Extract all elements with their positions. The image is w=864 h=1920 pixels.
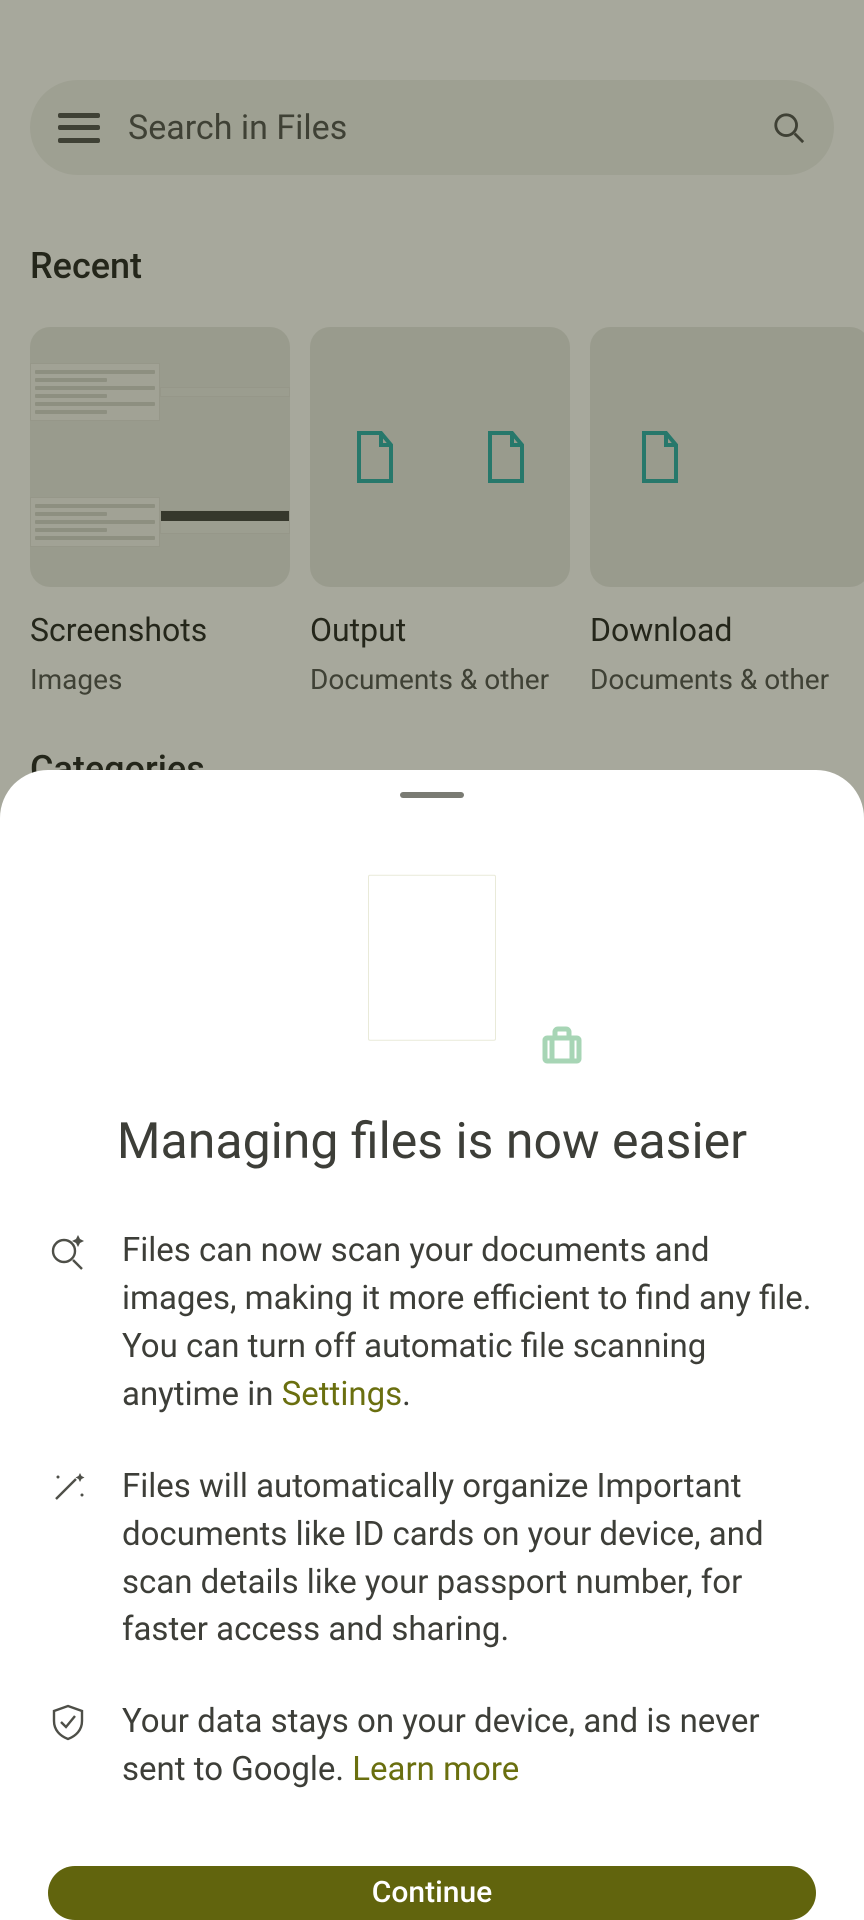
sheet-title: Managing files is now easier [48, 1113, 816, 1171]
sheet-grabber[interactable] [400, 792, 464, 798]
shield-check-icon [48, 1702, 88, 1742]
point-text: Files will automatically organize Import… [122, 1463, 816, 1654]
briefcase-icon [542, 1026, 582, 1064]
onboarding-sheet: Managing files is now easier Files can n… [0, 770, 864, 1920]
magic-wand-icon [48, 1467, 88, 1507]
settings-link[interactable]: Settings [282, 1375, 403, 1414]
point-text: Your data stays on your device, and is n… [122, 1698, 816, 1794]
sparkle-search-icon [48, 1231, 88, 1271]
paper-icon [368, 874, 496, 1040]
point-text: Files can now scan your documents and im… [122, 1227, 816, 1418]
sheet-illustration [48, 838, 816, 1093]
continue-button[interactable]: Continue [48, 1866, 816, 1920]
learn-more-link[interactable]: Learn more [352, 1750, 519, 1789]
sheet-points: Files can now scan your documents and im… [48, 1227, 816, 1793]
point-privacy: Your data stays on your device, and is n… [48, 1698, 816, 1794]
point-organize: Files will automatically organize Import… [48, 1463, 816, 1654]
point-scan: Files can now scan your documents and im… [48, 1227, 816, 1418]
